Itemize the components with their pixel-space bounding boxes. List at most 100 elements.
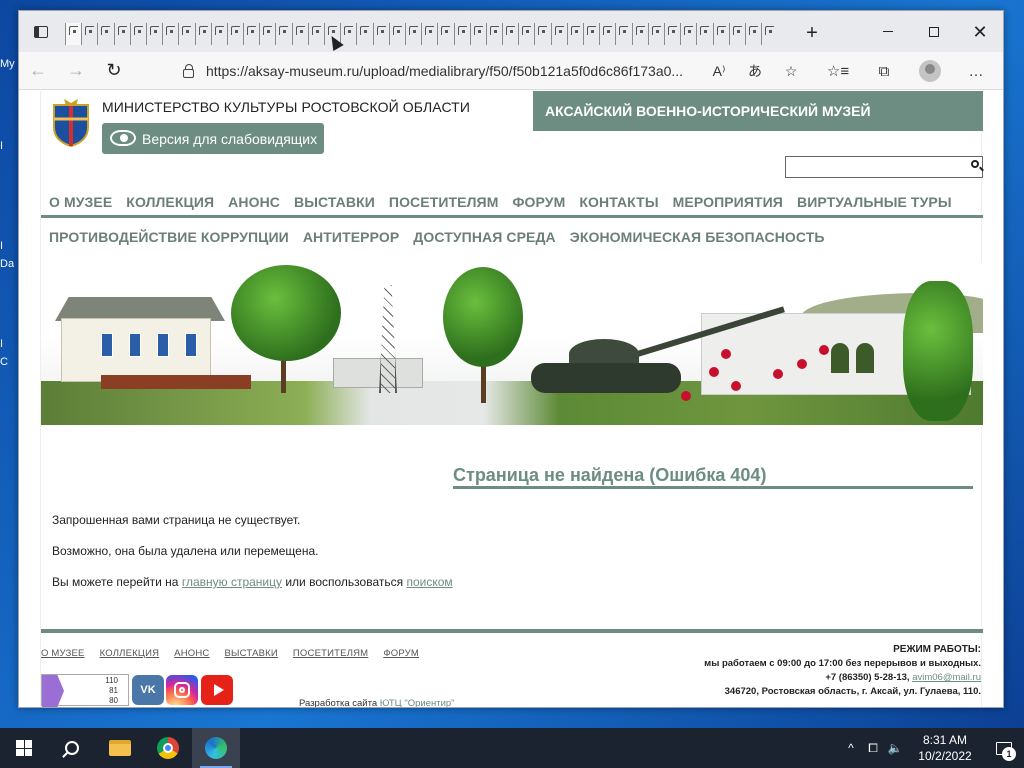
browser-tab[interactable] — [518, 23, 534, 45]
browser-tab[interactable] — [81, 23, 97, 45]
browser-tab[interactable] — [680, 23, 696, 45]
email-link[interactable]: avim06@mail.ru — [912, 672, 981, 683]
file-explorer-button[interactable] — [96, 728, 144, 768]
edge-button[interactable] — [192, 728, 240, 768]
add-favorite-icon[interactable]: ☆ — [775, 57, 807, 85]
desktop-icon-label[interactable]: Da — [0, 258, 18, 270]
browser-tab[interactable] — [145, 23, 162, 45]
back-button[interactable]: ← — [19, 56, 57, 86]
browser-tab[interactable] — [259, 23, 275, 45]
browser-tab[interactable] — [761, 23, 777, 45]
visitor-counter[interactable]: 110 81 80 — [41, 674, 129, 707]
main-menu-item[interactable]: ДОСТУПНАЯ СРЕДА — [413, 229, 556, 245]
browser-tab[interactable] — [372, 23, 389, 45]
browser-tab[interactable] — [712, 23, 729, 45]
main-menu-item[interactable]: МЕРОПРИЯТИЯ — [673, 194, 783, 210]
new-tab-button[interactable]: + — [801, 23, 823, 43]
close-button[interactable]: ✕ — [957, 11, 1003, 52]
browser-tab[interactable] — [469, 23, 486, 45]
browser-tab[interactable] — [356, 23, 372, 45]
coat-of-arms-logo[interactable] — [50, 97, 92, 147]
clock[interactable]: 8:31 AM 10/2/2022 — [906, 732, 984, 764]
main-menu-item[interactable]: ЭКОНОМИЧЕСКАЯ БЕЗОПАСНОСТЬ — [570, 229, 825, 245]
browser-tab[interactable] — [615, 23, 631, 45]
browser-tab[interactable] — [113, 23, 130, 45]
main-menu-item[interactable]: ВИРТУАЛЬНЫЕ ТУРЫ — [797, 194, 952, 210]
browser-tab[interactable] — [291, 23, 308, 45]
browser-tab[interactable] — [583, 23, 599, 45]
more-icon[interactable]: … — [953, 56, 999, 86]
search-input[interactable] — [785, 156, 983, 178]
browser-tab[interactable] — [599, 23, 615, 45]
volume-icon[interactable]: 🔈 — [884, 741, 906, 755]
address-bar[interactable]: https://aksay-museum.ru/upload/medialibr… — [169, 56, 807, 86]
browser-tab[interactable] — [728, 23, 745, 45]
browser-tab[interactable] — [275, 23, 291, 45]
notification-button[interactable]: 1 — [984, 728, 1024, 768]
browser-tab[interactable] — [307, 23, 324, 45]
maximize-button[interactable] — [911, 11, 957, 52]
browser-tab[interactable] — [97, 23, 113, 45]
favorites-icon[interactable]: ☆≡ — [815, 56, 861, 86]
main-menu-item[interactable]: АНОНС — [228, 194, 280, 210]
instagram-icon[interactable] — [166, 675, 198, 705]
collections-icon[interactable]: ⧉ — [861, 56, 907, 86]
home-page-link[interactable]: главную страницу — [182, 575, 282, 589]
browser-tab[interactable] — [129, 23, 146, 45]
main-menu-item[interactable]: ПОСЕТИТЕЛЯМ — [389, 194, 499, 210]
browser-tab[interactable] — [162, 23, 178, 45]
network-icon[interactable]: ⧠ — [862, 741, 884, 756]
browser-tab[interactable] — [647, 23, 664, 45]
translate-icon[interactable]: あ — [739, 57, 771, 85]
browser-tab[interactable] — [210, 23, 227, 45]
start-button[interactable] — [0, 728, 48, 768]
browser-tab[interactable] — [404, 23, 421, 45]
main-menu-item[interactable]: КОНТАКТЫ — [579, 194, 658, 210]
developer-link[interactable]: ЮТЦ "Ориентир" — [380, 698, 455, 707]
url-text[interactable]: https://aksay-museum.ru/upload/medialibr… — [206, 63, 695, 79]
browser-tab[interactable] — [550, 23, 567, 45]
browser-tab[interactable] — [534, 23, 550, 45]
main-menu-item[interactable]: КОЛЛЕКЦИЯ — [126, 194, 214, 210]
profile-button[interactable] — [907, 56, 953, 86]
main-menu-item[interactable]: АНТИТЕРРОР — [303, 229, 399, 245]
vk-icon[interactable]: VK — [132, 675, 164, 705]
main-menu-item[interactable]: О МУЗЕЕ — [49, 194, 112, 210]
footer-nav-link[interactable]: ПОСЕТИТЕЛЯМ — [293, 648, 368, 659]
forward-button[interactable]: → — [57, 56, 95, 86]
footer-nav-link[interactable]: АНОНС — [174, 648, 209, 659]
browser-tab[interactable] — [243, 23, 259, 45]
browser-tab[interactable] — [226, 23, 243, 45]
browser-tab[interactable] — [388, 23, 405, 45]
desktop-icon-label[interactable]: I — [0, 140, 18, 152]
read-aloud-icon[interactable]: A⁾ — [703, 57, 735, 85]
browser-tab[interactable] — [340, 23, 356, 45]
browser-tab[interactable] — [744, 23, 761, 45]
browser-tab[interactable] — [65, 23, 82, 45]
refresh-button[interactable]: ↻ — [95, 56, 133, 86]
desktop-icon-label[interactable]: I — [0, 338, 18, 350]
browser-tab[interactable] — [696, 23, 712, 45]
tab-actions-button[interactable] — [19, 11, 63, 52]
main-menu-item[interactable]: ВЫСТАВКИ — [294, 194, 375, 210]
browser-tab[interactable] — [631, 23, 648, 45]
desktop-icon-label[interactable]: C — [0, 356, 18, 368]
search-link[interactable]: поиском — [406, 575, 452, 589]
footer-nav-link[interactable]: КОЛЛЕКЦИЯ — [100, 648, 160, 659]
browser-tab[interactable] — [453, 23, 470, 45]
chevron-up-icon[interactable]: ^ — [840, 741, 862, 755]
browser-tab[interactable] — [178, 23, 194, 45]
browser-tab[interactable] — [194, 23, 211, 45]
footer-nav-link[interactable]: ФОРУМ — [383, 648, 419, 659]
desktop-icon-label[interactable]: My — [0, 58, 18, 70]
search-icon[interactable] — [971, 160, 979, 168]
search-button[interactable] — [48, 728, 96, 768]
main-menu-item[interactable]: ФОРУМ — [512, 194, 565, 210]
ministry-title[interactable]: МИНИСТЕРСТВО КУЛЬТУРЫ РОСТОВСКОЙ ОБЛАСТИ — [102, 99, 470, 115]
browser-tab[interactable] — [437, 23, 453, 45]
browser-tab[interactable] — [663, 23, 680, 45]
low-vision-version-button[interactable]: Версия для слабовидящих — [102, 123, 324, 154]
desktop-icon-label[interactable]: I — [0, 240, 18, 252]
minimize-button[interactable] — [865, 11, 911, 52]
footer-nav-link[interactable]: ВЫСТАВКИ — [224, 648, 277, 659]
